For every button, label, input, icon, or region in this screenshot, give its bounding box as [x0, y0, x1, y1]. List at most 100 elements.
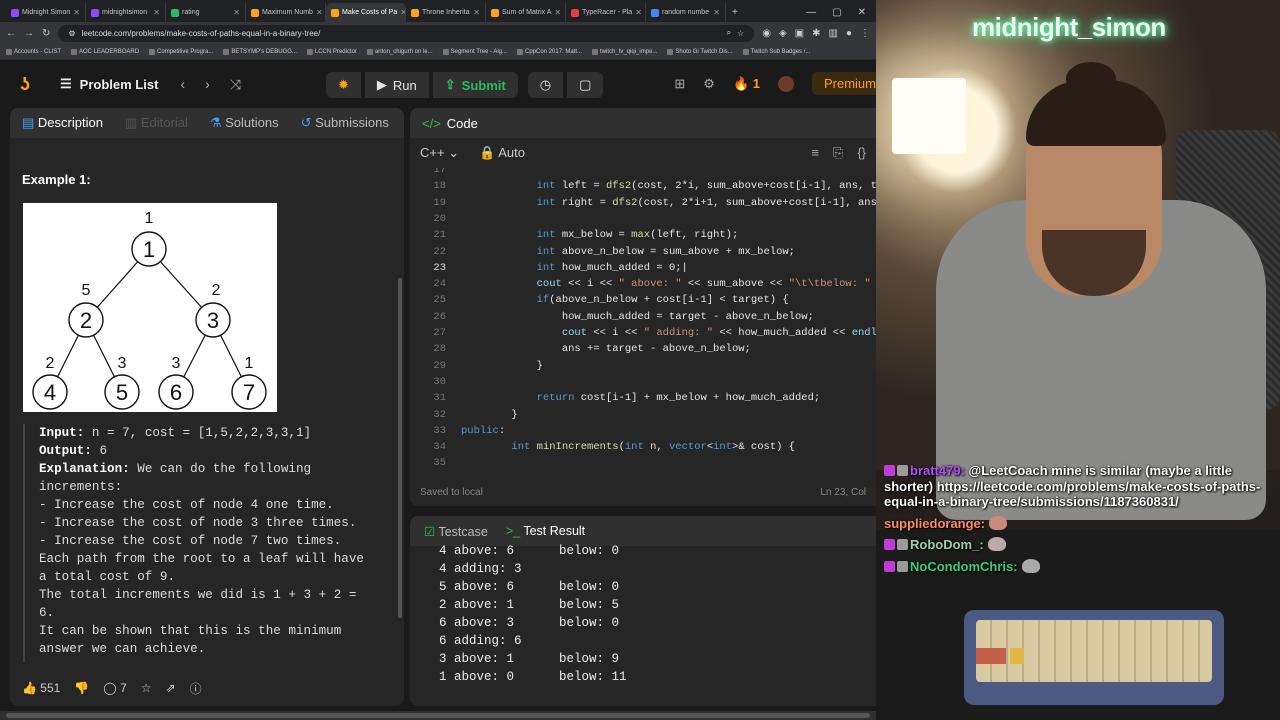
bookmark-icon[interactable]: ⎘ [833, 145, 843, 161]
bookmark-item[interactable]: twitch_tv_qiqi_impe... [592, 48, 657, 55]
browser-tab[interactable]: midnightsimon ✕ [86, 3, 166, 22]
code-line[interactable]: 29 } [410, 358, 876, 374]
code-line[interactable]: 31 return cost[i-1] + mx_below + how_muc… [410, 390, 876, 406]
menu-icon[interactable]: ⋮ [860, 28, 870, 39]
tab-test-result[interactable]: >_ Test Result [506, 524, 585, 538]
bookmark-item[interactable]: LCCN Predictor [306, 48, 357, 55]
browser-tab[interactable]: Throne Inherita ✕ [406, 3, 486, 22]
code-tab[interactable]: </> Code [410, 108, 876, 138]
extension-icon[interactable]: ▣ [795, 28, 804, 39]
language-select[interactable]: C++ ⌄ [420, 145, 459, 161]
code-line[interactable]: 23 int how_much_added = 0;| [410, 260, 876, 276]
close-icon[interactable]: ✕ [473, 8, 480, 17]
browser-tab[interactable]: Maximum Numb ✕ [246, 3, 326, 22]
tab-submissions[interactable]: ↺ Submissions [301, 115, 389, 131]
code-line[interactable]: 32 } [410, 407, 876, 423]
next-problem-icon[interactable]: › [205, 76, 210, 92]
settings-gear-icon[interactable]: ⚙ [703, 76, 715, 92]
tab-editorial[interactable]: ▥ Editorial [125, 115, 188, 131]
run-button[interactable]: ▶ Run [364, 72, 429, 98]
streak-counter[interactable]: 🔥 1 [733, 76, 760, 92]
close-window-icon[interactable]: ✕ [858, 7, 866, 18]
leetcode-logo-icon[interactable]: ʖ [20, 75, 38, 93]
share-icon[interactable]: ⇗ [166, 681, 176, 695]
bookmark-item[interactable]: Shoto Gi Twitch Dis... [667, 48, 733, 55]
extension-icon[interactable]: ◈ [779, 28, 787, 39]
browser-tab[interactable]: random numbe ✕ [646, 3, 726, 22]
notes-button[interactable]: ▢ [567, 72, 604, 98]
browser-tab[interactable]: rating ✕ [166, 3, 246, 22]
timer-button[interactable]: ◷ [527, 72, 564, 98]
close-icon[interactable]: ✕ [73, 8, 80, 17]
zoom-icon[interactable]: ⌕ [727, 28, 731, 38]
shuffle-icon[interactable]: ⤨ [230, 76, 241, 93]
help-icon[interactable]: ⓘ [190, 680, 202, 697]
code-line[interactable]: 35 [410, 455, 876, 471]
tab-description[interactable]: ▤ Description [22, 115, 103, 131]
extension-icon[interactable]: ◉ [762, 28, 771, 39]
maximize-icon[interactable]: ▢ [832, 7, 841, 18]
bookmark-star-icon[interactable]: ☆ [737, 29, 744, 38]
reload-icon[interactable]: ↻ [42, 28, 50, 39]
premium-button[interactable]: Premium [811, 72, 876, 95]
minimize-icon[interactable]: — [806, 7, 816, 18]
profile-avatar-icon[interactable]: ● [846, 28, 852, 39]
code-line[interactable]: 30 [410, 374, 876, 390]
side-panel-icon[interactable]: ▥ [829, 28, 838, 39]
submit-button[interactable]: ⇪ Submit [432, 72, 518, 98]
code-line[interactable]: 28 ans += target - above_n_below; [410, 341, 876, 357]
code-line[interactable]: 27 cout << i << " adding: " << how_much_… [410, 325, 876, 341]
close-icon[interactable]: ✕ [635, 8, 642, 17]
bookmark-item[interactable]: Competitive Progra... [149, 48, 213, 55]
code-line[interactable]: 33 public: [410, 423, 876, 439]
code-line[interactable]: 34 int minIncrements(int n, vector<int>&… [410, 439, 876, 455]
layout-icon[interactable]: ⊞ [674, 76, 685, 92]
bookmark-item[interactable]: CppCon 2017: Matt... [517, 48, 582, 55]
browser-tab-active[interactable]: Make Costs of Pa✕ [326, 3, 406, 22]
bookmark-item[interactable]: BETSYMP's DEBUGG... [223, 48, 297, 55]
close-icon[interactable]: ✕ [316, 8, 323, 17]
browser-tab[interactable]: TypeRacer - Pla ✕ [566, 3, 646, 22]
bookmark-item[interactable]: Accounts - CLIST [6, 48, 61, 55]
close-icon[interactable]: ✕ [554, 8, 561, 17]
close-icon[interactable]: ✕ [153, 8, 160, 17]
bookmark-item[interactable]: Twitch Sub Badges /... [742, 48, 810, 55]
like-button[interactable]: 👍 551 [22, 681, 60, 695]
autocomplete-mode[interactable]: 🔒 Auto [479, 145, 525, 161]
code-line[interactable]: 22 int above_n_below = sum_above + mx_be… [410, 244, 876, 260]
debug-button[interactable]: ✹ [326, 72, 361, 98]
prev-problem-icon[interactable]: ‹ [180, 76, 185, 92]
format-icon[interactable]: ≡ [811, 145, 819, 161]
avatar[interactable] [777, 75, 794, 92]
code-line[interactable]: 19 int right = dfs2(cost, 2*i+1, sum_abo… [410, 195, 876, 211]
code-line[interactable]: 18 int left = dfs2(cost, 2*i, sum_above+… [410, 178, 876, 194]
code-line[interactable]: 17 [410, 168, 876, 178]
code-line[interactable]: 21 int mx_below = max(left, right); [410, 227, 876, 243]
problem-list-button[interactable]: ☰ Problem List [60, 76, 158, 92]
close-icon[interactable]: ✕ [233, 8, 240, 17]
description-scrollbar[interactable] [398, 278, 402, 618]
browser-tab[interactable]: Midnight Simon ✕ [6, 3, 86, 22]
comments-button[interactable]: ◯ 7 [103, 681, 126, 695]
site-info-icon[interactable]: ⚙ [68, 29, 75, 38]
bookmark-item[interactable]: Segment Tree - Alg... [442, 48, 507, 55]
back-icon[interactable]: ← [6, 28, 16, 39]
extensions-puzzle-icon[interactable]: ✱ [812, 28, 820, 39]
braces-icon[interactable]: {} [857, 145, 866, 161]
code-line[interactable]: 24 cout << i << " above: " << sum_above … [410, 276, 876, 292]
code-area[interactable]: 17 18 int left = dfs2(cost, 2*i, sum_abov… [410, 168, 876, 472]
url-field[interactable]: ⚙ leetcode.com/problems/make-costs-of-pa… [58, 24, 755, 42]
code-line[interactable]: 25 if(above_n_below + cost[i-1] < target… [410, 292, 876, 308]
favorite-star-icon[interactable]: ☆ [141, 681, 152, 695]
code-line[interactable]: 20 [410, 211, 876, 227]
scrollbar-thumb[interactable] [6, 713, 870, 718]
tab-solutions[interactable]: ⚗ Solutions [210, 115, 279, 131]
forward-icon[interactable]: → [24, 28, 34, 39]
browser-tab[interactable]: Sum of Matrix A ✕ [486, 3, 566, 22]
new-tab-icon[interactable]: + [732, 3, 738, 22]
close-icon[interactable]: ✕ [713, 8, 720, 17]
horizontal-scrollbar[interactable] [0, 711, 876, 720]
bookmark-item[interactable]: anton_chigurh on le... [366, 48, 433, 55]
bookmark-item[interactable]: AOC LEADERBOARD [71, 48, 139, 55]
code-line[interactable]: 26 how_much_added = target - above_n_bel… [410, 309, 876, 325]
